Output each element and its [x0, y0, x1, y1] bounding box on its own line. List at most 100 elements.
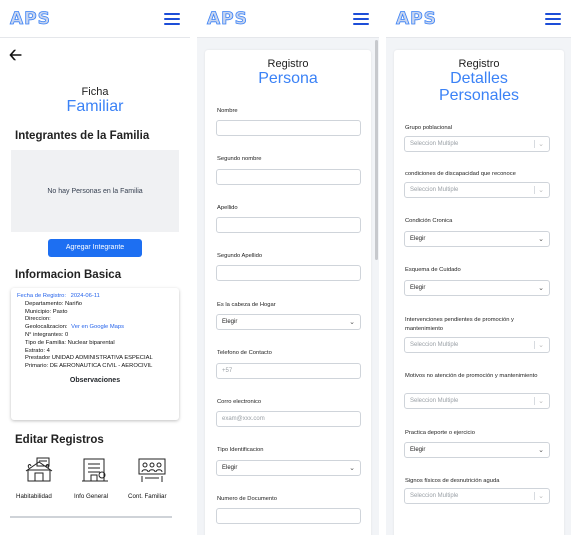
motivos-label: Motivos no atención de promoción y mante…: [405, 373, 538, 379]
multiselect-placeholder: Seleccion Multiple: [410, 493, 459, 499]
chevron-down-icon: ⌄: [538, 398, 544, 405]
chevron-down-icon: ⌄: [538, 141, 544, 148]
cabeza-hogar-value: Elegir: [222, 319, 238, 325]
members-empty-state: No hay Personas en la Familia: [11, 150, 179, 232]
fecha-registro: Fecha de Registro: 2024-06-11: [17, 293, 173, 301]
cabeza-hogar-select[interactable]: Elegir ⌄: [216, 314, 361, 330]
desnutricion-label: Signos físicos de desnutrición aguda: [405, 478, 500, 484]
chevron-down-icon: ⌄: [538, 187, 544, 194]
apellido-label: Apellido: [217, 205, 238, 211]
chevron-down-icon: ⌄: [538, 447, 544, 454]
prestador: Prestador UNIDAD ADMINISTRATIVA ESPECIAL: [25, 355, 153, 362]
hamburger-menu-icon[interactable]: [353, 12, 369, 25]
multiselect-placeholder: Seleccion Multiple: [410, 141, 459, 147]
correo-label: Corro electronico: [217, 399, 262, 405]
basic-info-heading: Informacion Basica: [15, 269, 122, 281]
page-title-large: Familiar: [66, 98, 124, 115]
multiselect-placeholder: Seleccion Multiple: [410, 187, 459, 193]
edit-item-label: Cont. Familiar: [128, 493, 167, 500]
back-arrow-icon[interactable]: 🡠: [9, 44, 22, 71]
discapacidad-label: condiciones de discapacidad que reconoce: [405, 171, 516, 177]
detalles-personales-screen: APS Registro Detalles Personales Grupo p…: [386, 0, 571, 535]
deporte-select[interactable]: Elegir ⌄: [404, 442, 550, 458]
telefono-label: Telefono de Contacto: [217, 350, 272, 356]
multiselect-placeholder: Seleccion Multiple: [410, 398, 459, 404]
tipo-identificacion-label: Tipo Identificacion: [217, 447, 264, 453]
numero-documento-input[interactable]: [216, 508, 361, 524]
esquema-cuidado-label: Esquema de Cuidado: [405, 267, 461, 273]
app-logo: APS: [207, 8, 248, 29]
office-building-icon[interactable]: [80, 456, 110, 484]
page-title: Ficha Familiar: [0, 86, 190, 116]
cabeza-hogar-label: Es la cabeza de Hogar: [217, 302, 276, 308]
add-member-button[interactable]: Agregar Integrante: [48, 239, 142, 257]
correo-input[interactable]: exam@xxx.com: [216, 411, 361, 427]
desnutricion-multiselect[interactable]: Seleccion Multiple ⌄: [404, 488, 550, 504]
prestador-primario: Primario: DE AERONÁUTICA CIVIL - AEROCIV…: [25, 363, 153, 370]
esquema-cuidado-select[interactable]: Elegir ⌄: [404, 280, 550, 296]
direccion: Direccion:: [25, 316, 51, 323]
google-maps-link[interactable]: Ver en Google Maps: [71, 324, 124, 330]
form-title-large-2: Personales: [438, 87, 520, 104]
ficha-familiar-screen: APS 🡠 Ficha Familiar Integrantes de la F…: [0, 0, 190, 535]
condicion-cronica-value: Elegir: [410, 236, 426, 242]
esquema-cuidado-value: Elegir: [410, 285, 426, 291]
apellido-input[interactable]: [216, 217, 361, 233]
grupo-poblacional-label: Grupo poblacional: [405, 125, 453, 131]
segundo-apellido-label: Segundo Apellido: [217, 253, 263, 259]
num-integrantes: N° integrantes: 0: [25, 331, 69, 338]
tipo-identificacion-value: Elegir: [222, 465, 238, 471]
form-title-large: Persona: [258, 70, 318, 87]
departamento: Departamento: Nariño: [25, 300, 83, 307]
deporte-value: Elegir: [410, 447, 426, 453]
app-header: APS: [197, 0, 379, 38]
app-logo: APS: [396, 8, 437, 29]
nombre-input[interactable]: [216, 120, 361, 136]
fecha-label: Fecha de Registro:: [17, 293, 66, 299]
telefono-input[interactable]: +57: [216, 363, 361, 379]
grupo-poblacional-multiselect[interactable]: Seleccion Multiple ⌄: [404, 136, 550, 152]
family-map-icon[interactable]: [137, 456, 167, 484]
house-plants-icon[interactable]: [24, 456, 54, 484]
multiselect-placeholder: Seleccion Multiple: [410, 342, 459, 348]
chevron-down-icon: ⌄: [349, 465, 355, 472]
tipo-familia: Tipo de Familia: Nuclear biparental: [25, 339, 115, 346]
fecha-value: 2024-06-11: [70, 293, 100, 299]
screens-composite: APS 🡠 Ficha Familiar Integrantes de la F…: [0, 0, 578, 535]
chevron-down-icon: ⌄: [538, 493, 544, 500]
vertical-scrollbar[interactable]: [375, 40, 378, 260]
form-title: Registro Persona: [205, 58, 371, 88]
nombre-label: Nombre: [217, 108, 238, 114]
discapacidad-multiselect[interactable]: Seleccion Multiple ⌄: [404, 182, 550, 198]
observaciones-button[interactable]: Observaciones: [17, 377, 173, 384]
form-title-large-1: Detalles: [450, 70, 508, 87]
intervenciones-multiselect[interactable]: Seleccion Multiple ⌄: [404, 337, 550, 353]
form-title-small: Registro: [267, 58, 309, 70]
condicion-cronica-label: Condición Cronica: [405, 218, 453, 224]
chevron-down-icon: ⌄: [538, 342, 544, 349]
app-header: APS: [0, 0, 190, 38]
hamburger-menu-icon[interactable]: [545, 12, 561, 25]
intervenciones-label: Intervenciones pendientes de promoción y…: [405, 317, 514, 332]
geolocalizacion: Geolocalizacion: Ver en Google Maps: [17, 324, 173, 332]
edit-item-label: Info General: [74, 493, 109, 500]
segundo-nombre-input[interactable]: [216, 169, 361, 185]
tipo-identificacion-select[interactable]: Elegir ⌄: [216, 460, 361, 476]
persona-form: Registro Persona Nombre Segundo nombre A…: [205, 50, 371, 535]
chevron-down-icon: ⌄: [538, 236, 544, 243]
horizontal-scrollbar[interactable]: [10, 516, 172, 518]
hamburger-menu-icon[interactable]: [164, 12, 180, 25]
numero-documento-label: Numero de Documento: [217, 496, 277, 502]
chevron-down-icon: ⌄: [349, 319, 355, 326]
deporte-label: Practica deporte o ejercicio: [405, 430, 475, 436]
detalles-form: Registro Detalles Personales Grupo pobla…: [394, 50, 564, 535]
app-header: APS: [386, 0, 571, 38]
segundo-apellido-input[interactable]: [216, 265, 361, 281]
form-title: Registro Detalles Personales: [394, 58, 564, 105]
registro-persona-screen: APS Registro Persona Nombre Segundo nomb…: [197, 0, 379, 535]
edit-item-label: Habitabilidad: [16, 493, 52, 500]
motivos-multiselect[interactable]: Seleccion Multiple ⌄: [404, 393, 550, 409]
condicion-cronica-select[interactable]: Elegir ⌄: [404, 231, 550, 247]
empty-message: No hay Personas en la Familia: [47, 187, 143, 195]
edit-records-heading: Editar Registros: [15, 434, 104, 446]
